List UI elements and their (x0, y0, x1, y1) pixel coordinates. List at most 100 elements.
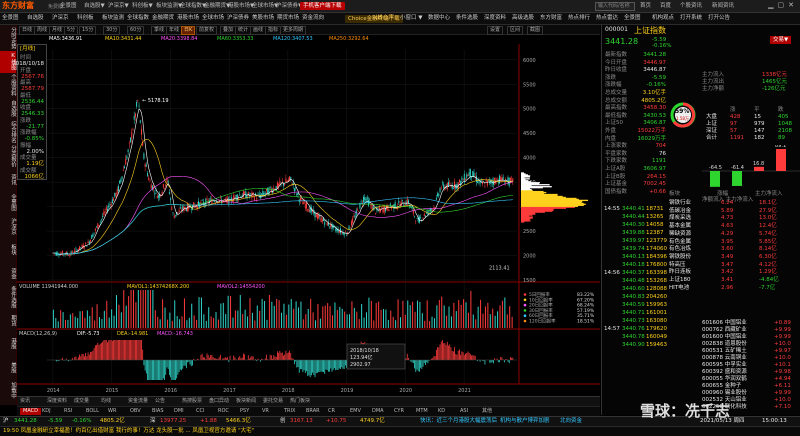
indicator-tab-2[interactable]: RSI (64, 408, 72, 415)
menu-item-25[interactable]: 打开公告 (708, 14, 730, 23)
menu-item-5[interactable]: 全球指数 (127, 14, 149, 23)
chart-tool-11[interactable]: 叠加 (220, 26, 237, 35)
bottom-tab-1[interactable]: 深度资料 (47, 398, 67, 405)
bottom-tab-3[interactable]: 均线 (101, 398, 111, 405)
menu-item-11[interactable]: 期货市场 (277, 14, 299, 23)
chart-tool-12[interactable]: 统计 (235, 26, 252, 35)
indicator-tab-12[interactable]: TRIX (284, 408, 295, 415)
sidebar-item-15[interactable]: 加载中 (0, 380, 16, 402)
sidebar-item-14[interactable]: 美股 (0, 356, 16, 378)
hot-stock-name-8[interactable]: 600055 华润双鹤 (702, 376, 747, 382)
menu-item-19[interactable]: 东方财富 (540, 14, 562, 23)
tab-news[interactable]: 新闻资讯 (712, 2, 734, 10)
indicator-tab-3[interactable]: BOLL (86, 408, 99, 415)
chart-tool-8[interactable]: 年线 (166, 26, 183, 35)
chart-tool-13[interactable]: 画线 (250, 26, 267, 35)
chart-tool-right-0[interactable]: 设置 (487, 26, 504, 35)
hot-stock-name-3[interactable]: 002838 道恩股份 (702, 341, 747, 347)
news-3[interactable]: 北向资金 (560, 417, 582, 426)
hot-stock-name-0[interactable]: 601606 中国铝业 (702, 320, 747, 326)
indicator-tab-1[interactable]: KDJ (42, 408, 51, 415)
hot-stock-name-6[interactable]: 600595 中孚实业 (702, 362, 747, 368)
chart-tool-7[interactable]: 季线 (151, 26, 168, 35)
title-menu-1[interactable]: 自选股▼ (84, 2, 105, 10)
chart-tool-3[interactable]: 5分 (64, 26, 79, 35)
sidebar-item-8[interactable]: 沪深京 (0, 215, 16, 237)
sector-row[interactable]: HIT电池 2.96 -7.7亿 (667, 285, 799, 292)
title-menu-4[interactable]: 板块监测▼ (156, 2, 182, 10)
title-menu-9[interactable]: 沪深债券▼ (276, 2, 302, 10)
sector-row[interactable]: 煤炭采选 4.73 13.0亿 (667, 215, 799, 222)
indicator-tab-5[interactable]: OBV (130, 408, 141, 415)
title-menu-8[interactable]: 全球市场▼ (252, 2, 278, 10)
bottom-tab-7[interactable]: 盘口异动 (209, 398, 229, 405)
indicator-tab-0[interactable]: MACD (20, 408, 41, 415)
main-chart[interactable]: 6000550050004500400035003000250020001500… (17, 44, 600, 395)
menu-item-23[interactable]: 机构观点 (652, 14, 674, 23)
hot-stock-name-5[interactable]: 000878 云南铜业 (702, 355, 747, 361)
window-controls[interactable]: ▁▢✕ (768, 1, 798, 9)
title-menu-5[interactable]: 全球指数▼ (180, 2, 206, 10)
bottom-tab-5[interactable]: 公告 (155, 398, 165, 405)
chart-tool-right-1[interactable]: 区间 (507, 26, 524, 35)
hot-stock-name-4[interactable]: 600531 五矿稀土 (702, 348, 747, 354)
chart-tool-15[interactable]: 更多周期 (280, 26, 307, 35)
sector-row[interactable]: 稀缺资源 4.29 5.74亿 (667, 231, 799, 238)
menu-item-16[interactable]: 条件选股 (456, 14, 478, 23)
sidebar-item-11[interactable]: 条件选股 (0, 286, 16, 308)
indicator-tab-18[interactable]: MTM (416, 408, 428, 415)
menu-item-10[interactable]: 美股市场 (252, 14, 274, 23)
chart-tool-4[interactable]: 15分 (79, 26, 97, 35)
hot-stock-name-1[interactable]: 000762 西藏矿业 (702, 327, 747, 333)
sector-row[interactable]: 昨日连板 3.42 1.29亿 (667, 269, 799, 276)
indicator-tab-11[interactable]: VR (262, 408, 269, 415)
bottom-tab-6[interactable]: 热搜股票 (182, 398, 202, 405)
chart-tool-5[interactable]: 30分 (103, 26, 121, 35)
title-menu-0[interactable]: 全景图 (60, 2, 77, 10)
sector-row[interactable]: 钢铁股份 3.49 6.30亿 (667, 254, 799, 261)
news-1[interactable]: 快讯：近三个月港股大幅震荡后 (420, 417, 497, 426)
sidebar-item-7[interactable]: 全景图 (0, 192, 16, 214)
tab-baidu[interactable]: 百度 (660, 2, 671, 10)
menu-item-3[interactable]: 科创板 (77, 14, 94, 23)
sector-row[interactable]: 钢铁行业 6.24 18.1亿 (667, 200, 799, 207)
hot-stock-name-9[interactable]: 600655 金种子 (702, 383, 741, 389)
indicator-tab-9[interactable]: ROC (218, 408, 229, 415)
title-menu-6[interactable]: 金融期货▼ (204, 2, 230, 10)
sector-row[interactable]: 基本金属 4.63 12.4亿 (667, 223, 799, 230)
hot-stock-name-7[interactable]: 600392 盛和资源 (702, 369, 747, 375)
sidebar-item-4[interactable]: 综合排名 (0, 121, 16, 143)
tab-stock-news[interactable]: 个股资讯 (680, 2, 702, 10)
menu-item-22[interactable]: 全景图 (624, 14, 641, 23)
chart-tool-2[interactable]: 月线 (49, 26, 66, 35)
menu-item-8[interactable]: 全球市场 (202, 14, 224, 23)
chart-tool-10[interactable]: 前复权 (196, 26, 218, 35)
sector-row[interactable]: 特高压 3.47 4.12亿 (667, 262, 799, 269)
news-2[interactable]: 机构与散户博弈加剧 (500, 417, 550, 426)
indicator-tab-14[interactable]: CR (328, 408, 335, 415)
indicator-tab-8[interactable]: CCI (196, 408, 204, 415)
sector-row[interactable]: 上证180 3.41 -4.84亿 (667, 277, 799, 284)
menu-item-4[interactable]: 板块监测 (102, 14, 124, 23)
sidebar-item-9[interactable]: 板块 (0, 239, 16, 261)
menu-item-9[interactable]: 沪深债券 (227, 14, 249, 23)
bottom-tab-8[interactable]: 板块新闻 (236, 398, 256, 405)
menu-item-7[interactable]: 港股市场 (177, 14, 199, 23)
sidebar-item-5[interactable]: 分类报价 (0, 145, 16, 167)
chart-tool-right-2[interactable]: 截图 (527, 26, 544, 35)
sidebar-item-12[interactable]: 期货 (0, 309, 16, 331)
menu-item-13[interactable]: 以岭心声 (372, 14, 394, 23)
indicator-tab-16[interactable]: DMA (372, 408, 384, 415)
sidebar-item-13[interactable]: 港股 (0, 333, 16, 355)
title-menu-3[interactable]: 科创板▼ (132, 2, 153, 10)
title-menu-7[interactable]: 港股市场▼ (228, 2, 254, 10)
indicator-tab-20[interactable]: ASI (460, 408, 468, 415)
menu-item-14[interactable]: 小窗口 ▼ (400, 14, 422, 23)
bottom-tab-9[interactable]: 委托交易 (263, 398, 283, 405)
menu-item-20[interactable]: 热点排行 (568, 14, 590, 23)
sidebar-item-10[interactable]: 资金 (0, 262, 16, 284)
menu-item-6[interactable]: 金融期货 (152, 14, 174, 23)
sector-row[interactable]: 有色冶炼 3.60 8.14亿 (667, 246, 799, 253)
chart-tool-9[interactable]: 日K (181, 26, 196, 35)
menu-item-15[interactable]: 数据中心 (428, 14, 450, 23)
